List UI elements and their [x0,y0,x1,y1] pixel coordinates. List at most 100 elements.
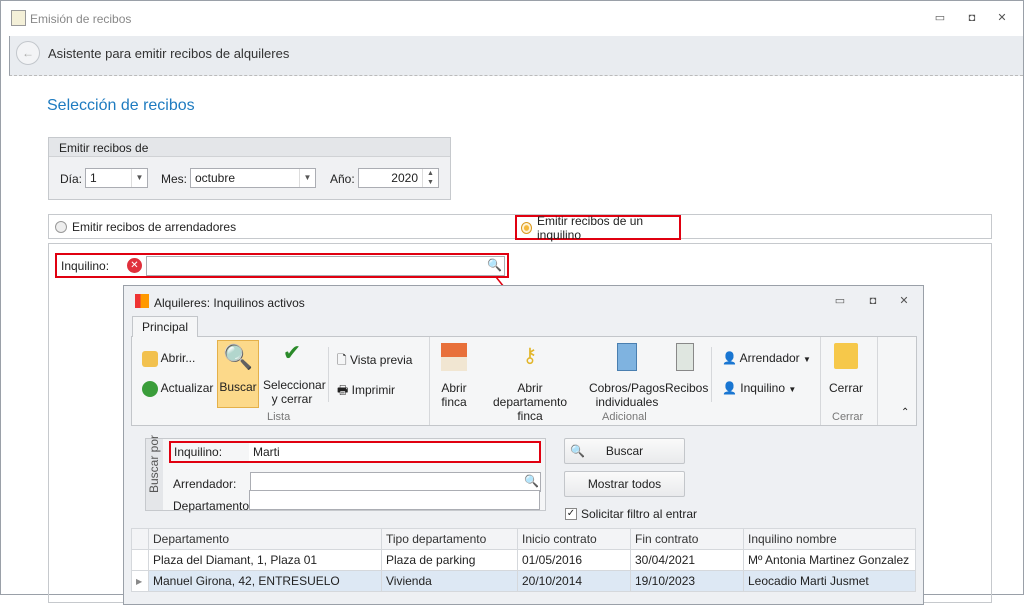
label: Buscar [219,380,257,394]
filter-group-sidebar: Buscar por [146,435,163,510]
recibos-button[interactable]: Recibos [665,343,709,395]
buscar-ribbon-button[interactable]: 🔍 Buscar [217,340,259,408]
person-icon: 👤 [722,351,737,365]
inquilino-filter-highlight: Inquilino: Marti [169,441,541,463]
inquilino-dropdown[interactable]: 👤 Inquilino ▼ [722,381,796,395]
chevron-down-icon[interactable]: ▼ [131,169,147,187]
minimize-button[interactable]: ▭ [831,292,849,310]
cell: Vivienda [381,570,518,592]
radio-selected-icon [521,221,532,234]
label: y cerrar [271,392,313,406]
cell: Manuel Girona, 42, ENTRESUELO [148,570,382,592]
search-icon[interactable]: 🔍 [524,474,539,488]
column-header[interactable]: Inquilino nombre [743,528,916,550]
label: Seleccionar [263,378,326,392]
label: Solicitar filtro al entrar [581,507,698,521]
select-document-icon: ✔ [282,340,302,365]
departamento-input[interactable] [249,490,540,510]
inquilino-input[interactable]: 🔍 [146,256,505,276]
label: Mostrar todos [587,477,662,491]
label: Vista previa [350,353,413,367]
checkbox-checked-icon: ✓ [565,508,577,520]
collapse-ribbon-icon[interactable]: ⌃ [901,407,909,418]
label: Abrir [441,381,467,395]
radio-inquilino[interactable]: Emitir recibos de un inquilino [515,214,681,242]
label: Cerrar [828,381,863,395]
preview-icon: 🗋 [337,353,347,367]
printer-icon: 🖶 [337,383,349,397]
search-icon: 🔍 [570,444,585,458]
abrir-departamento-button[interactable]: ⚷ Abrir departamento finca [480,343,580,423]
inquilino-filter-input[interactable]: Marti [253,445,280,459]
maximize-button[interactable]: ◘ [963,9,981,27]
filter-group-title: Buscar por [147,434,161,493]
chevron-down-icon[interactable]: ▼ [299,169,315,187]
imprimir-button[interactable]: 🖶 Imprimir [337,381,395,402]
wizard-header: ← Asistente para emitir recibos de alqui… [9,36,1023,76]
column-header[interactable]: Departamento [148,528,382,550]
tab-principal[interactable]: Principal [132,316,198,337]
inquilinos-window: Alquileres: Inquilinos activos ▭ ◘ ✕ Pri… [123,285,924,605]
error-icon: ✕ [127,258,142,273]
label: Recibos [665,381,709,395]
app-icon [11,10,26,26]
ribbon: Abrir... Actualizar 🔍 Buscar ✔ Seleccionar… [131,336,917,426]
vista-previa-button[interactable]: 🗋 Vista previa [337,351,412,372]
divider [328,347,329,402]
row-pointer-icon: ▶ [131,570,149,592]
abrir-finca-button[interactable]: Abrir finca [437,343,471,409]
anio-spinner[interactable]: 2020 ▲ ▼ [358,168,439,188]
cerrar-button[interactable]: Cerrar [826,343,866,395]
cell: 19/10/2023 [630,570,744,592]
cell: Mº Antonia Martinez Gonzalez [743,549,916,571]
house-icon [441,343,467,371]
mes-combo[interactable]: octubre ▼ [190,168,316,188]
app-logo-icon [135,294,149,308]
close-button[interactable]: ✕ [993,9,1011,27]
arrendador-dropdown[interactable]: 👤 Arrendador ▼ [722,351,811,365]
cell: Plaza de parking [381,549,518,571]
divider [877,337,878,425]
emit-date-group: Emitir recibos de Día: 1 ▼ Mes: octubre ▼ … [48,137,451,200]
dia-combo[interactable]: 1 ▼ [85,168,148,188]
label: Cobros/Pagos [588,381,666,395]
section-title: Selección de recibos [47,97,195,114]
search-icon[interactable]: 🔍 [487,258,502,272]
calculator-icon [617,343,637,371]
minimize-button[interactable]: ▭ [931,9,949,27]
cobros-pagos-button[interactable]: Cobros/Pagos individuales [587,343,667,409]
actualizar-button[interactable]: Actualizar [142,381,213,397]
abrir-button[interactable]: Abrir... [142,351,195,367]
key-icon: ⚷ [522,345,538,367]
table-row[interactable]: Plaza del Diamant, 1, Plaza 01 Plaza de … [131,549,916,571]
anio-value: 2020 [391,171,418,185]
back-arrow-icon[interactable]: ← [16,41,40,65]
cell: 01/05/2016 [517,549,631,571]
spin-arrows-icon[interactable]: ▲ ▼ [422,169,438,187]
close-button[interactable]: ✕ [895,292,913,310]
divider [429,337,430,425]
magnifier-icon: 🔍 [223,344,253,371]
label: Buscar [605,444,644,458]
row-indicator [131,549,149,571]
inquilino-field-highlight: Inquilino: ✕ 🔍 [55,253,509,278]
mes-value: octubre [195,171,236,185]
solicitar-filtro-checkbox[interactable]: ✓ Solicitar filtro al entrar [565,507,697,521]
divider [820,337,821,425]
mostrar-todos-button[interactable]: Mostrar todos [564,471,685,497]
radio-arrendadores[interactable]: Emitir recibos de arrendadores [55,220,236,234]
indicator-header [131,528,149,550]
anio-label: Año: [330,172,355,186]
column-header[interactable]: Inicio contrato [517,528,631,550]
radio-circle-icon [55,221,67,233]
arrendador-input[interactable]: 🔍 [250,472,541,492]
radio-label: Emitir recibos de arrendadores [72,220,237,234]
label: finca [517,409,543,423]
table-row-selected[interactable]: ▶ Manuel Girona, 42, ENTRESUELO Vivienda… [131,570,916,592]
buscar-button[interactable]: 🔍 Buscar [564,438,685,464]
column-header[interactable]: Tipo departamento [381,528,518,550]
seleccionar-cerrar-button[interactable]: ✔ Seleccionar y cerrar [263,340,326,406]
maximize-button[interactable]: ◘ [864,292,882,310]
refresh-icon [142,381,158,397]
column-header[interactable]: Fin contrato [630,528,744,550]
